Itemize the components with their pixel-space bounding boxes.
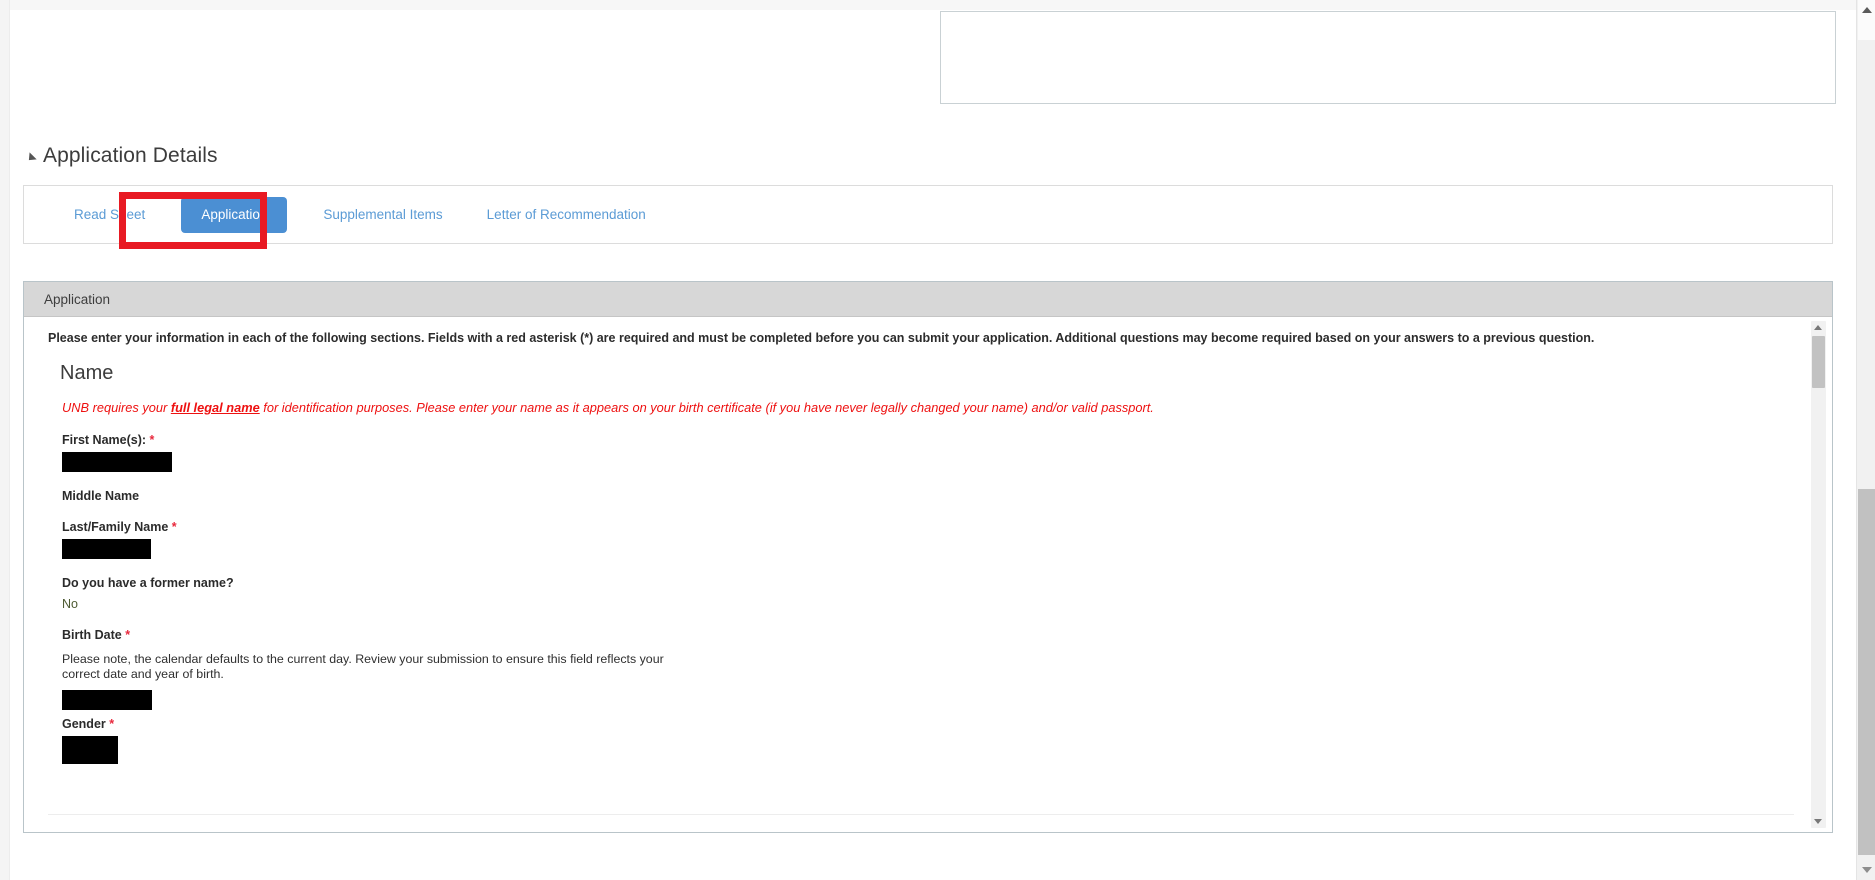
legal-note-pre: UNB requires your [62, 400, 171, 415]
browser-scrollbar-track-top [1858, 0, 1875, 40]
page-title: Application Details [43, 144, 218, 167]
gender-label: Gender * [62, 717, 1804, 731]
scroll-up-arrow-icon[interactable] [1814, 325, 1822, 330]
field-birth-date: Birth Date * Please note, the calendar d… [62, 628, 1804, 710]
form-scrollbar-thumb[interactable] [1812, 336, 1825, 388]
required-asterisk: * [125, 628, 131, 642]
tab-read-sheet[interactable]: Read Sheet [52, 201, 167, 229]
field-middle-name: Middle Name [62, 489, 1804, 503]
scroll-down-arrow-icon[interactable] [1814, 819, 1822, 824]
first-name-label: First Name(s): * [62, 433, 1804, 447]
birth-date-label: Birth Date * [62, 628, 1804, 642]
birth-date-input-redacted[interactable] [62, 690, 152, 710]
tab-letter-of-recommendation[interactable]: Letter of Recommendation [465, 201, 668, 229]
last-name-input-redacted[interactable] [62, 539, 151, 559]
last-name-label-text: Last/Family Name [62, 520, 169, 534]
required-asterisk: * [109, 717, 115, 731]
browser-scroll-down-arrow-icon[interactable] [1862, 867, 1872, 873]
field-first-name: First Name(s): * [62, 433, 1804, 472]
former-name-label: Do you have a former name? [62, 576, 234, 590]
form-intro-text: Please enter your information in each of… [48, 331, 1595, 345]
field-former-name: Do you have a former name? No [62, 576, 1804, 611]
gender-select-redacted[interactable] [62, 736, 118, 764]
form-scrollbar[interactable] [1811, 321, 1826, 828]
application-details-tabbar: Read Sheet Application Supplemental Item… [23, 185, 1833, 244]
empty-content-box [940, 11, 1836, 104]
birth-date-label-text: Birth Date [62, 628, 122, 642]
required-asterisk: * [149, 433, 155, 447]
name-section-heading: Name [60, 362, 114, 384]
tab-supplemental-items[interactable]: Supplemental Items [301, 201, 464, 229]
first-name-label-text: First Name(s): [62, 433, 147, 447]
panel-bottom-divider [48, 814, 1794, 815]
legal-name-note: UNB requires your full legal name for id… [62, 400, 1804, 416]
application-details-heading[interactable]: Application Details [25, 144, 218, 168]
browser-scroll-up-arrow-icon[interactable] [1862, 7, 1872, 13]
application-form: Please enter your information in each of… [24, 317, 1804, 832]
field-last-name: Last/Family Name * [62, 520, 1804, 559]
collapse-triangle-icon[interactable] [25, 152, 37, 164]
application-panel-header: Application [24, 282, 1832, 317]
tab-application[interactable]: Application [181, 196, 288, 233]
first-name-input-redacted[interactable] [62, 452, 172, 472]
browser-scrollbar[interactable] [1856, 0, 1875, 880]
last-name-label: Last/Family Name * [62, 520, 1804, 534]
field-gender: Gender * [62, 717, 1804, 764]
page-top-strip [10, 0, 1856, 10]
legal-note-emphasis: full legal name [170, 400, 260, 415]
application-panel-body: Please enter your information in each of… [24, 317, 1832, 832]
legal-note-post: for identification purposes. Please ente… [259, 400, 1154, 415]
tab-list: Read Sheet Application Supplemental Item… [24, 186, 668, 243]
application-panel: Application Please enter your informatio… [23, 281, 1833, 833]
application-panel-title: Application [44, 291, 111, 307]
middle-name-label: Middle Name [62, 489, 140, 503]
gender-label-text: Gender [62, 717, 106, 731]
former-name-value: No [62, 597, 78, 611]
page-left-gutter [0, 0, 10, 880]
birth-date-helper-text: Please note, the calendar defaults to th… [62, 652, 664, 681]
required-asterisk: * [171, 520, 177, 534]
browser-scrollbar-thumb[interactable] [1858, 489, 1875, 855]
